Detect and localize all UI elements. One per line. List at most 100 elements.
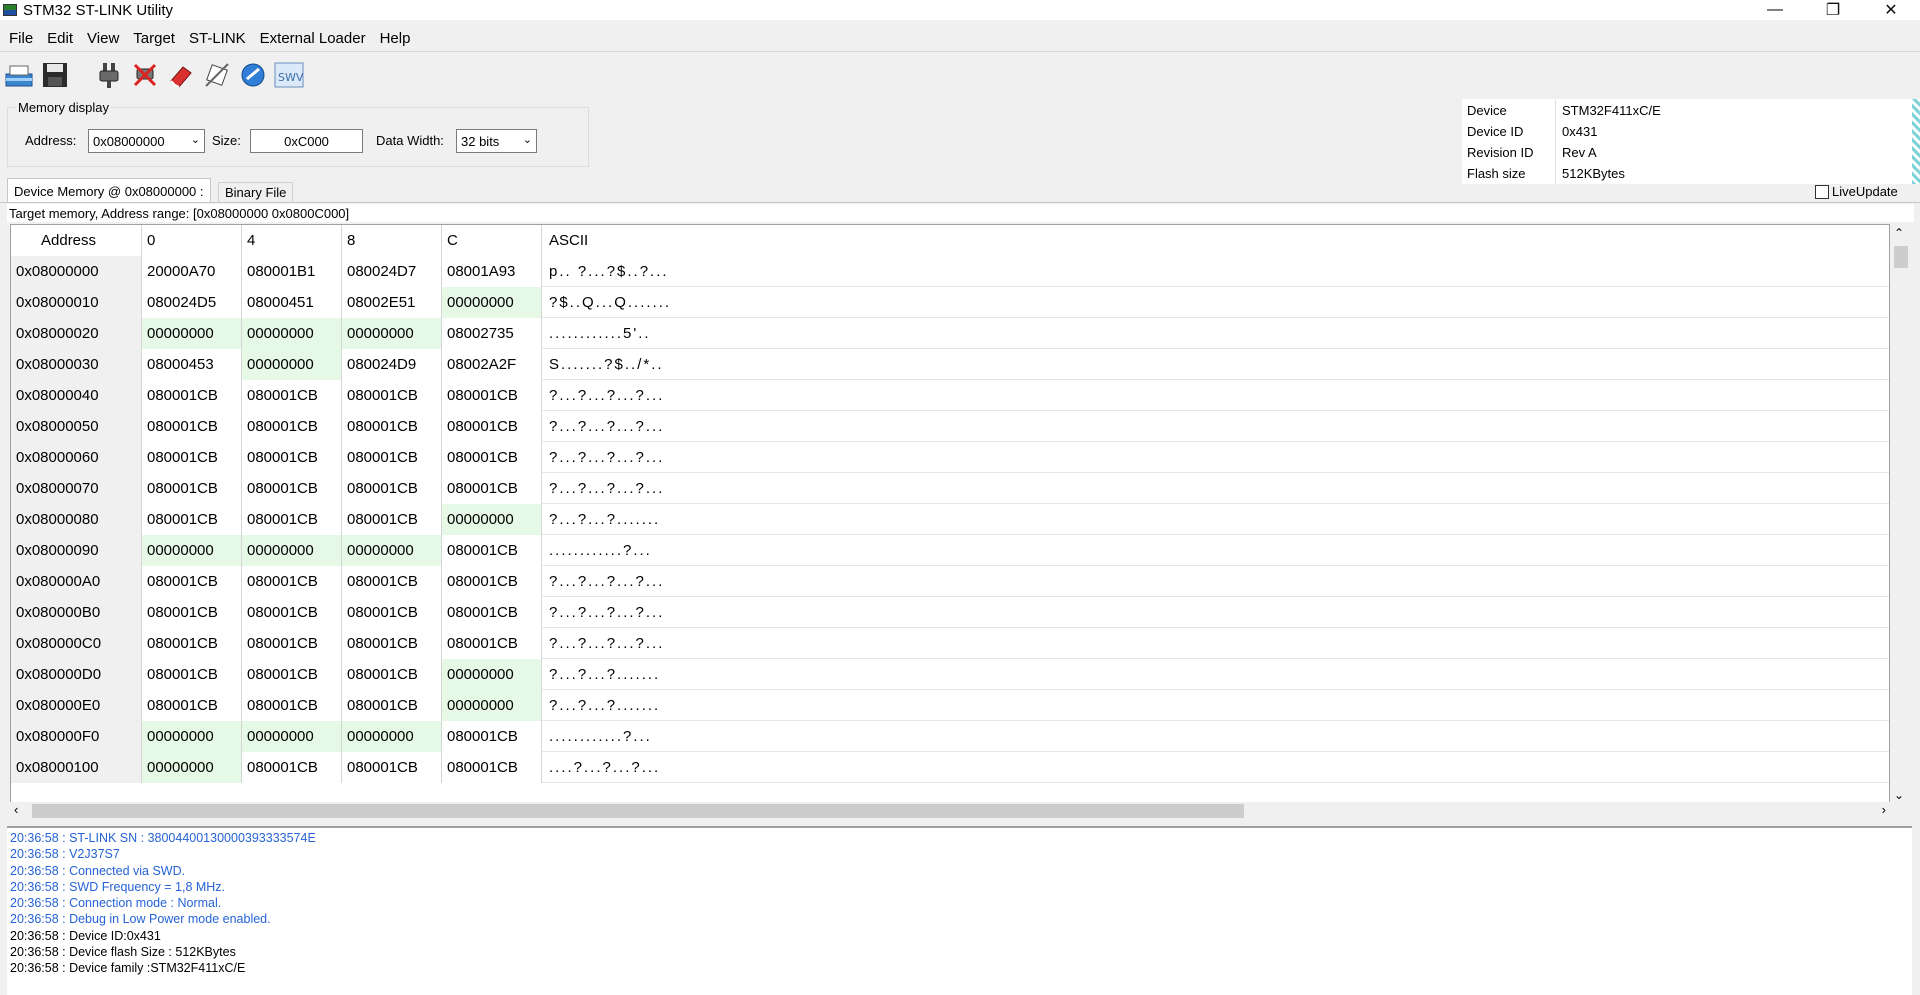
menu-view[interactable]: View [80,30,126,47]
memory-word-cell[interactable]: 08000451 [242,287,342,318]
menu-file[interactable]: File [0,30,40,47]
memory-word-cell[interactable]: 00000000 [242,349,342,380]
tab-device-memory[interactable]: Device Memory @ 0x08000000 : [7,178,211,203]
memory-word-cell[interactable]: 080001CB [142,473,242,504]
scroll-left-icon[interactable]: ‹ [14,802,18,817]
memory-word-cell[interactable]: 00000000 [142,535,242,566]
external-loader-button[interactable] [238,60,268,90]
open-file-button[interactable] [4,60,34,90]
memory-word-cell[interactable]: 080001CB [242,597,342,628]
memory-word-cell[interactable]: 080001CB [142,566,242,597]
memory-word-cell[interactable]: 080001CB [142,504,242,535]
memory-word-cell[interactable]: 080001CB [242,659,342,690]
column-header-address[interactable]: Address [11,225,142,256]
memory-word-cell[interactable]: 080001CB [442,473,542,504]
memory-word-cell[interactable]: 08002A2F [442,349,542,380]
memory-word-cell[interactable]: 00000000 [442,504,542,535]
memory-word-cell[interactable]: 08001A93 [442,256,542,287]
memory-word-cell[interactable]: 080001CB [342,504,442,535]
live-update-checkbox[interactable]: LiveUpdate [1815,184,1898,199]
memory-word-cell[interactable]: 00000000 [242,535,342,566]
memory-word-cell[interactable]: 080001CB [442,380,542,411]
close-button[interactable]: ✕ [1862,0,1920,20]
memory-word-cell[interactable]: 00000000 [242,721,342,752]
scroll-thumb[interactable] [1894,246,1908,268]
horizontal-scrollbar[interactable]: ‹ › [10,802,1890,820]
memory-word-cell[interactable]: 00000000 [442,287,542,318]
memory-word-cell[interactable]: 080001CB [242,504,342,535]
column-header-4[interactable]: 4 [242,225,342,256]
memory-word-cell[interactable]: 00000000 [242,318,342,349]
memory-word-cell[interactable]: 00000000 [442,659,542,690]
memory-word-cell[interactable]: 080001CB [442,442,542,473]
memory-word-cell[interactable]: 080001CB [142,597,242,628]
memory-word-cell[interactable]: 00000000 [142,752,242,783]
memory-word-cell[interactable]: 00000000 [342,535,442,566]
menu-edit[interactable]: Edit [40,30,80,47]
memory-word-cell[interactable]: 080001CB [442,597,542,628]
size-input[interactable]: 0xC000 [250,129,363,153]
memory-word-cell[interactable]: 080001CB [142,411,242,442]
memory-word-cell[interactable]: 080001B1 [242,256,342,287]
memory-word-cell[interactable]: 080001CB [342,752,442,783]
memory-word-cell[interactable]: 00000000 [442,690,542,721]
memory-word-cell[interactable]: 080001CB [342,473,442,504]
memory-word-cell[interactable]: 080001CB [442,628,542,659]
memory-word-cell[interactable]: 080001CB [342,411,442,442]
memory-word-cell[interactable]: 080001CB [442,752,542,783]
minimize-button[interactable]: — [1746,0,1804,20]
swv-button[interactable]: SWV [274,60,304,90]
memory-word-cell[interactable]: 00000000 [342,318,442,349]
scroll-right-icon[interactable]: › [1882,802,1886,817]
memory-word-cell[interactable]: 080001CB [342,380,442,411]
scroll-thumb[interactable] [32,804,1244,818]
memory-word-cell[interactable]: 080024D7 [342,256,442,287]
memory-word-cell[interactable]: 20000A70 [142,256,242,287]
memory-word-cell[interactable]: 00000000 [342,721,442,752]
memory-word-cell[interactable]: 080001CB [242,380,342,411]
memory-word-cell[interactable]: 08000453 [142,349,242,380]
memory-word-cell[interactable]: 080001CB [242,566,342,597]
memory-word-cell[interactable]: 00000000 [142,318,242,349]
restore-button[interactable]: ❐ [1804,0,1862,20]
memory-word-cell[interactable]: 080001CB [242,442,342,473]
memory-word-cell[interactable]: 080001CB [342,628,442,659]
program-button[interactable] [202,60,232,90]
column-header-0[interactable]: 0 [142,225,242,256]
disconnect-button[interactable] [130,60,160,90]
memory-word-cell[interactable]: 080001CB [242,628,342,659]
save-button[interactable] [40,60,70,90]
memory-word-cell[interactable]: 080001CB [242,411,342,442]
memory-word-cell[interactable]: 080001CB [442,535,542,566]
memory-word-cell[interactable]: 080001CB [342,442,442,473]
tab-binary-file[interactable]: Binary File [218,182,294,202]
connect-button[interactable] [94,60,124,90]
scroll-down-icon[interactable]: ⌄ [1894,788,1904,802]
menu-help[interactable]: Help [373,30,418,47]
memory-word-cell[interactable]: 080001CB [242,690,342,721]
vertical-scrollbar[interactable]: ⌃ ⌄ [1891,224,1911,804]
memory-word-cell[interactable]: 080001CB [142,628,242,659]
column-header-ascii[interactable]: ASCII [542,225,1889,256]
memory-word-cell[interactable]: 080001CB [242,473,342,504]
memory-word-cell[interactable]: 080001CB [142,690,242,721]
column-header-c[interactable]: C [442,225,542,256]
erase-button[interactable] [166,60,196,90]
memory-word-cell[interactable]: 08002735 [442,318,542,349]
memory-word-cell[interactable]: 080001CB [342,659,442,690]
menu-st-link[interactable]: ST-LINK [182,30,253,47]
memory-word-cell[interactable]: 080001CB [342,566,442,597]
column-header-8[interactable]: 8 [342,225,442,256]
menu-target[interactable]: Target [126,30,182,47]
menu-external-loader[interactable]: External Loader [253,30,373,47]
memory-word-cell[interactable]: 080001CB [442,721,542,752]
memory-word-cell[interactable]: 080001CB [342,690,442,721]
memory-word-cell[interactable]: 080024D5 [142,287,242,318]
scroll-up-icon[interactable]: ⌃ [1894,226,1904,240]
memory-word-cell[interactable]: 080001CB [442,411,542,442]
memory-word-cell[interactable]: 080001CB [142,442,242,473]
memory-word-cell[interactable]: 080001CB [242,752,342,783]
memory-word-cell[interactable]: 080001CB [142,380,242,411]
memory-word-cell[interactable]: 080024D9 [342,349,442,380]
address-combobox[interactable]: 0x08000000 ⌄ [88,129,205,153]
